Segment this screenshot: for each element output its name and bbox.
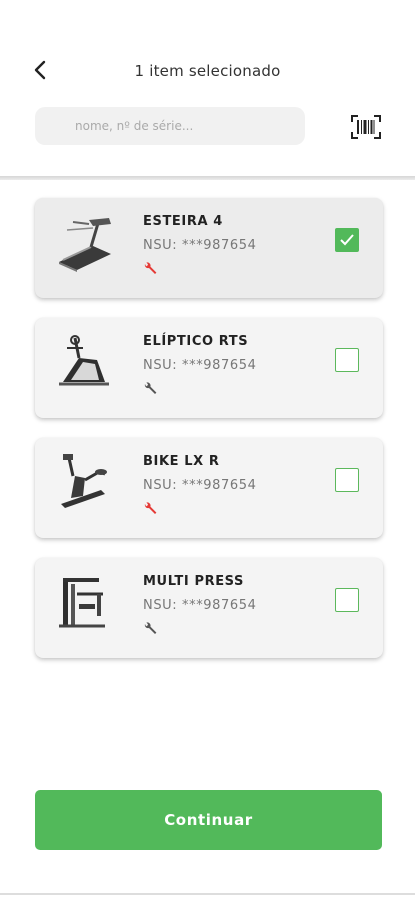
treadmill-icon: [59, 218, 111, 272]
page-title: 1 item selecionado: [134, 62, 281, 80]
header-divider: [0, 176, 415, 180]
equipment-card[interactable]: MULTI PRESS NSU: ***987654: [35, 558, 383, 658]
equipment-serial: NSU: ***987654: [143, 238, 257, 253]
equipment-name: ESTEIRA 4: [143, 214, 223, 229]
equipment-name: MULTI PRESS: [143, 574, 245, 589]
checkmark-icon: [340, 234, 354, 246]
equipment-list: ESTEIRA 4 NSU: ***987654 ELÍPTICO RTS NS…: [35, 198, 383, 678]
equipment-card[interactable]: ELÍPTICO RTS NSU: ***987654: [35, 318, 383, 418]
wrench-icon: [144, 622, 157, 634]
select-checkbox[interactable]: [335, 228, 359, 252]
elliptical-icon: [59, 335, 109, 386]
continue-button[interactable]: Continuar: [35, 790, 382, 850]
search-input[interactable]: [73, 118, 297, 134]
search-box[interactable]: [35, 107, 305, 145]
equipment-card[interactable]: BIKE LX R NSU: ***987654: [35, 438, 383, 538]
header: 1 item selecionado: [0, 0, 415, 100]
equipment-serial: NSU: ***987654: [143, 478, 257, 493]
equipment-name: ELÍPTICO RTS: [143, 334, 249, 349]
bottom-divider: [0, 893, 415, 895]
wrench-icon: [144, 502, 157, 514]
wrench-icon: [144, 382, 157, 394]
exercise-bike-icon: [61, 454, 107, 508]
select-checkbox[interactable]: [335, 588, 359, 612]
equipment-card[interactable]: ESTEIRA 4 NSU: ***987654: [35, 198, 383, 298]
equipment-serial: NSU: ***987654: [143, 598, 257, 613]
wrench-icon: [144, 262, 157, 274]
select-checkbox[interactable]: [335, 468, 359, 492]
equipment-serial: NSU: ***987654: [143, 358, 257, 373]
multi-press-icon: [59, 578, 105, 628]
equipment-name: BIKE LX R: [143, 454, 220, 469]
barcode-scan-button[interactable]: [350, 113, 382, 141]
select-checkbox[interactable]: [335, 348, 359, 372]
barcode-scan-icon: [351, 115, 381, 139]
